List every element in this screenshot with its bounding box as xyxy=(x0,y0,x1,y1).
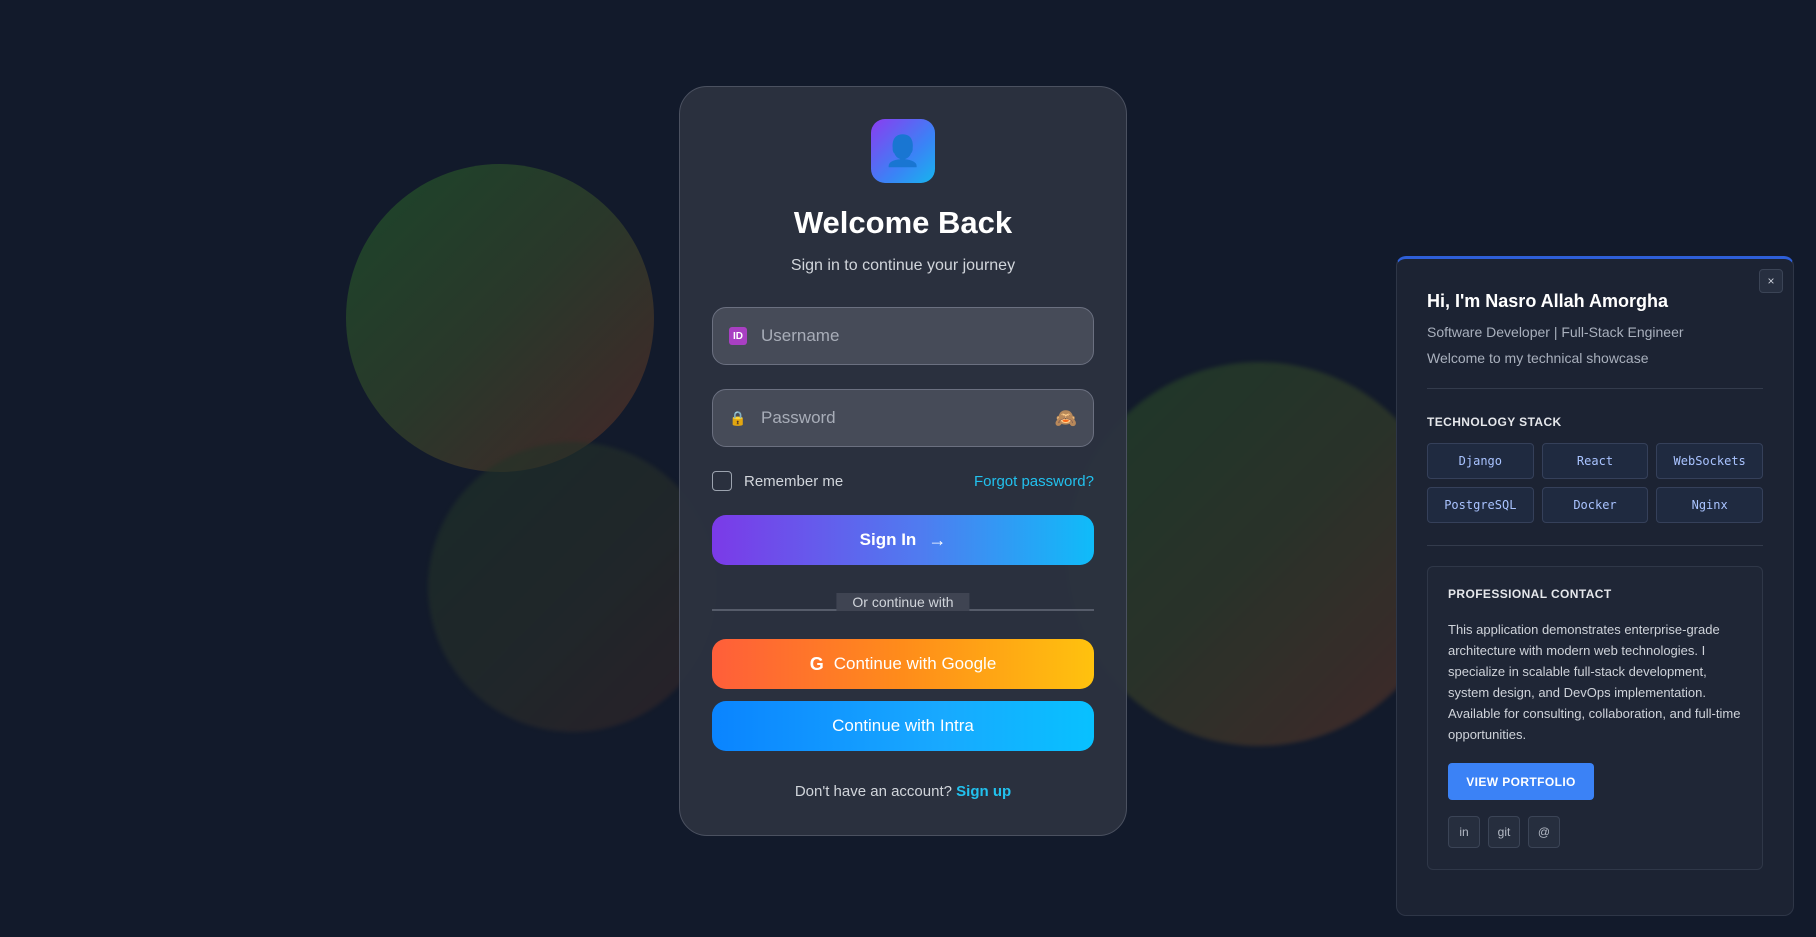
signup-row: Don't have an account? Sign up xyxy=(712,783,1094,800)
page: 👤 Welcome Back Sign in to continue your … xyxy=(0,0,1816,937)
username-field[interactable]: ID xyxy=(712,307,1094,365)
developer-info-panel: × Hi, I'm Nasro Allah Amorgha Software D… xyxy=(1396,256,1794,916)
tech-chip: React xyxy=(1541,443,1649,479)
developer-name: Hi, I'm Nasro Allah Amorgha xyxy=(1427,291,1668,311)
remember-checkbox[interactable] xyxy=(712,471,732,491)
close-button[interactable]: × xyxy=(1759,269,1783,293)
tech-chip: PostgreSQL xyxy=(1427,487,1534,523)
separator xyxy=(1427,545,1763,546)
google-login-button[interactable]: G Continue with Google xyxy=(712,639,1094,689)
background-blob xyxy=(428,442,718,732)
tech-chip: WebSockets xyxy=(1656,443,1763,479)
background-blob xyxy=(346,164,654,472)
user-icon: 👤 xyxy=(871,119,935,183)
password-input[interactable] xyxy=(761,408,1055,428)
show-password-toggle-icon[interactable]: 🙈 xyxy=(1055,408,1077,429)
linkedin-icon[interactable]: in xyxy=(1448,816,1480,848)
separator xyxy=(1427,388,1763,389)
intra-label: Continue with Intra xyxy=(832,716,974,735)
divider: Or continue with xyxy=(712,593,1094,611)
signup-link[interactable]: Sign up xyxy=(956,783,1011,800)
remember-row: Remember me Forgot password? xyxy=(712,471,1094,491)
contact-title: PROFESSIONAL CONTACT xyxy=(1448,587,1612,601)
developer-welcome: Welcome to my technical showcase xyxy=(1427,350,1649,366)
page-title: Welcome Back xyxy=(793,205,1013,240)
developer-role: Software Developer | Full-Stack Engineer xyxy=(1427,324,1684,340)
contact-section: PROFESSIONAL CONTACT This application de… xyxy=(1427,566,1763,870)
contact-description: This application demonstrates enterprise… xyxy=(1448,622,1741,742)
sign-in-button[interactable]: Sign In → xyxy=(712,515,1094,565)
page-subtitle: Sign in to continue your journey xyxy=(790,257,1016,274)
signup-prompt: Don't have an account? xyxy=(794,783,952,800)
tech-chip: Docker xyxy=(1541,487,1649,523)
intra-login-button[interactable]: Continue with Intra xyxy=(712,701,1094,751)
github-icon[interactable]: git xyxy=(1488,816,1520,848)
google-icon: G xyxy=(809,653,824,674)
password-field[interactable]: 🔒 🙈 xyxy=(712,389,1094,447)
email-icon[interactable]: @ xyxy=(1528,816,1560,848)
username-input[interactable] xyxy=(761,326,1077,346)
tech-chip: Django xyxy=(1427,443,1534,479)
login-card: 👤 Welcome Back Sign in to continue your … xyxy=(679,86,1127,836)
forgot-password-link[interactable]: Forgot password? xyxy=(974,473,1094,490)
view-portfolio-button[interactable]: VIEW PORTFOLIO xyxy=(1448,763,1594,800)
id-icon: ID xyxy=(729,327,747,345)
arrow-right-icon: → xyxy=(928,529,947,550)
remember-me[interactable]: Remember me xyxy=(712,471,843,491)
google-label: Continue with Google xyxy=(833,654,997,673)
tech-chip: Nginx xyxy=(1656,487,1763,523)
lock-icon: 🔒 xyxy=(729,409,747,426)
tech-stack-grid: Django React WebSockets PostgreSQL Docke… xyxy=(1427,443,1763,523)
tech-stack-title: TECHNOLOGY STACK xyxy=(1427,415,1562,429)
social-links: in git @ xyxy=(1448,816,1742,848)
divider-text: Or continue with xyxy=(836,593,970,611)
remember-label: Remember me xyxy=(744,472,844,490)
sign-in-label: Sign In xyxy=(859,530,917,549)
